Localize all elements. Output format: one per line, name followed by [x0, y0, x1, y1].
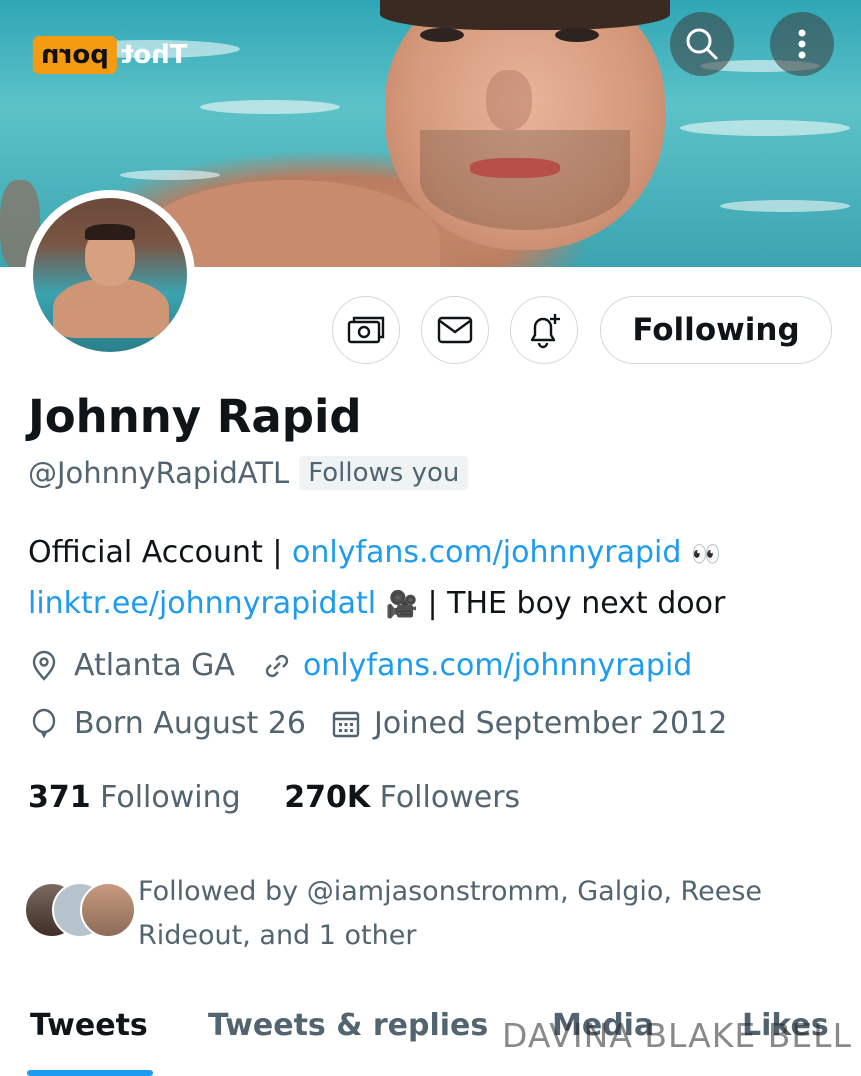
handle-row: @JohnnyRapidATL Follows you — [28, 456, 469, 490]
following-count: 371 — [28, 780, 91, 815]
followed-by-text[interactable]: Followed by @iamjasonstromm, Galgio, Ree… — [138, 870, 828, 958]
message-button[interactable] — [421, 296, 489, 364]
eyes-emoji: 👀 — [690, 540, 721, 568]
tab-tweets-replies[interactable]: Tweets & replies — [208, 1008, 488, 1043]
bio-text-suffix: | THE boy next door — [417, 586, 726, 621]
birthday-text: Born August 26 — [74, 706, 306, 741]
follows-you-badge: Follows you — [299, 456, 469, 490]
user-handle: @JohnnyRapidATL — [28, 456, 290, 490]
followed-by-avatars[interactable] — [24, 882, 136, 938]
joined-text: Joined September 2012 — [374, 706, 728, 741]
bell-plus-icon — [530, 314, 560, 349]
follow-stats: 371 Following 270K Followers — [28, 780, 520, 815]
active-tab-indicator — [27, 1070, 153, 1076]
logo-badge: porn — [33, 36, 117, 74]
location-icon — [28, 650, 60, 682]
meta-row-dates: Born August 26 Joined September 2012 — [28, 706, 727, 741]
site-logo: porn Thot — [33, 32, 187, 78]
camera-emoji: 🎥 — [385, 590, 418, 620]
display-name: Johnny Rapid — [28, 390, 362, 443]
search-button[interactable] — [670, 12, 734, 76]
website-link[interactable]: onlyfans.com/johnnyrapid — [303, 648, 692, 683]
location-text: Atlanta GA — [74, 648, 235, 683]
bio-link-linktree[interactable]: linktr.ee/johnnyrapidatl — [28, 586, 376, 621]
followers-count: 270K — [284, 780, 371, 815]
logo-text: Thot — [120, 40, 188, 70]
search-icon — [686, 28, 718, 60]
notifications-button[interactable] — [510, 296, 578, 364]
tip-button[interactable] — [332, 296, 400, 364]
following-button[interactable]: Following — [600, 296, 832, 364]
followers-stat[interactable]: 270K Followers — [284, 780, 520, 815]
following-label: Following — [100, 780, 241, 815]
calendar-icon — [330, 708, 362, 740]
balloon-icon — [28, 708, 60, 740]
link-icon — [261, 650, 293, 682]
watermark-text: DAVINA BLAKE BELL — [502, 1016, 852, 1055]
mail-icon — [437, 316, 473, 344]
more-vertical-icon — [798, 29, 806, 59]
bio-text: Official Account | — [28, 535, 293, 570]
avatar[interactable] — [25, 190, 195, 360]
bio: Official Account | onlyfans.com/johnnyra… — [28, 528, 828, 630]
bio-link-onlyfans[interactable]: onlyfans.com/johnnyrapid — [292, 535, 681, 570]
tab-tweets[interactable]: Tweets — [30, 1008, 148, 1043]
avatar — [80, 882, 136, 938]
meta-row-location: Atlanta GA onlyfans.com/johnnyrapid — [28, 648, 692, 683]
more-options-button[interactable] — [770, 12, 834, 76]
followers-label: Followers — [379, 780, 521, 815]
tip-money-icon — [347, 316, 385, 344]
following-stat[interactable]: 371 Following — [28, 780, 241, 815]
